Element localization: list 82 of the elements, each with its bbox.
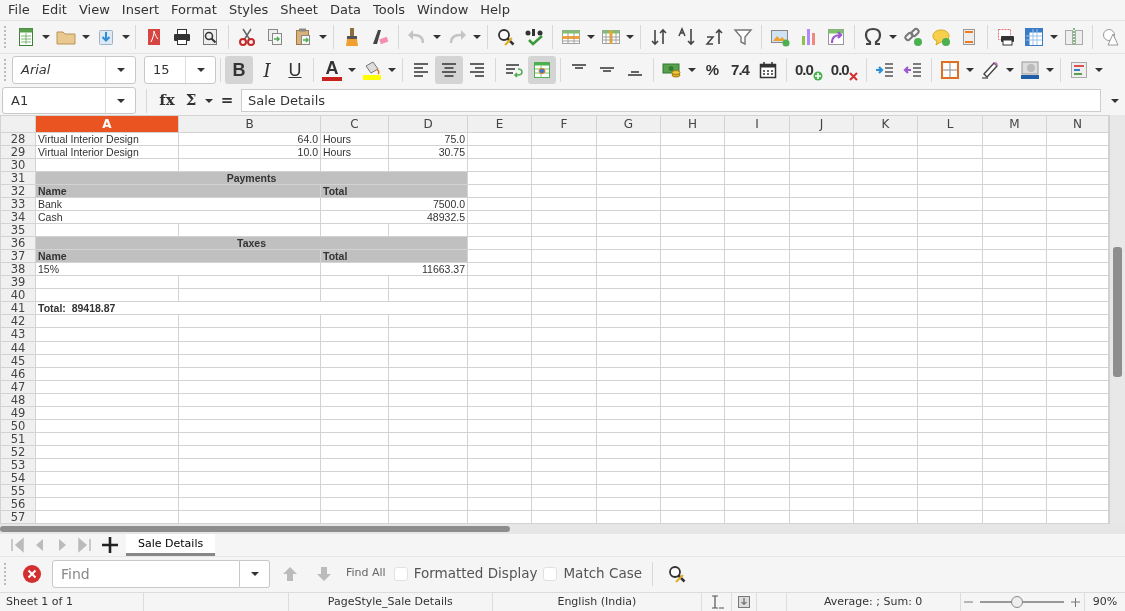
scrollbar-thumb[interactable] <box>1113 247 1122 377</box>
menu-item[interactable]: Help <box>474 0 516 20</box>
column-header[interactable]: G <box>596 115 661 133</box>
zoom-slider-thumb[interactable] <box>1010 596 1023 608</box>
column-header[interactable]: N <box>1046 115 1109 133</box>
align-left-icon <box>411 60 431 80</box>
underline-button[interactable]: U <box>281 56 309 84</box>
align-center-icon <box>439 60 459 80</box>
menu-item[interactable]: Data <box>323 0 367 20</box>
table-cell: 30.75 <box>388 145 468 159</box>
sheet-count: Sheet 1 of 1 <box>6 593 73 610</box>
column-header[interactable]: B <box>178 115 321 133</box>
menu-item[interactable]: Format <box>165 0 223 20</box>
percent-button[interactable]: % <box>698 56 726 84</box>
table-cell: 75.0 <box>388 132 468 146</box>
menu-item[interactable]: Sheet <box>274 0 324 20</box>
add-decimal-button[interactable]: 0.0 <box>791 56 827 84</box>
table-cell: Virtual Interior Design <box>35 132 179 146</box>
formula-button[interactable]: = <box>219 86 235 115</box>
merge-center-button[interactable] <box>528 56 556 84</box>
table-cell: 11663.37 <box>320 262 468 276</box>
merge-center-icon <box>532 60 552 80</box>
menu-item[interactable]: View <box>72 0 116 20</box>
column-header[interactable]: C <box>320 115 389 133</box>
table-cell: Hours <box>320 132 389 146</box>
column-header[interactable]: M <box>982 115 1047 133</box>
menu-item[interactable]: Insert <box>115 0 166 20</box>
column-header[interactable]: D <box>388 115 468 133</box>
checkbox[interactable] <box>393 566 408 581</box>
column-header[interactable]: J <box>789 115 854 133</box>
menu-item[interactable]: Styles <box>222 0 275 20</box>
column-header[interactable]: E <box>467 115 532 133</box>
table-cell: Bank <box>35 197 321 211</box>
checkbox-label: Match Case <box>563 564 642 584</box>
horizontal-scrollbar[interactable] <box>0 524 1125 534</box>
vertical-scrollbar[interactable] <box>1109 115 1125 524</box>
bold-button[interactable]: B <box>225 56 253 84</box>
name-box[interactable]: A1 <box>2 87 136 114</box>
find-all-button[interactable]: Find All <box>344 565 388 582</box>
align-center-button[interactable] <box>435 56 463 84</box>
italic-button[interactable]: I <box>253 56 281 84</box>
menu-item[interactable]: Window <box>411 0 475 20</box>
scrollbar-thumb[interactable] <box>0 526 510 532</box>
column-header[interactable]: A <box>35 115 179 133</box>
zoom-in-icon[interactable] <box>1070 597 1082 607</box>
sum-button[interactable]: Σ <box>183 86 199 115</box>
font-name-field[interactable]: Arial <box>12 56 136 84</box>
menu-item[interactable]: File <box>2 0 36 20</box>
table-cell: 48932.5 <box>320 210 468 224</box>
language: English (India) <box>557 593 637 610</box>
font-color-button[interactable]: A <box>318 56 346 84</box>
number-format-button[interactable]: 7.4 <box>726 56 754 84</box>
table-cell: 10.0 <box>178 145 321 159</box>
font-size-field[interactable]: 15 <box>144 56 216 84</box>
table-cell: Total: 89418.87 <box>35 301 468 315</box>
menu-item[interactable]: Tools <box>367 0 412 20</box>
page-style: PageStyle_Sale Details <box>327 593 453 610</box>
plus-icon <box>812 71 823 82</box>
column-header[interactable]: H <box>660 115 725 133</box>
table-cell: 7500.0 <box>320 197 468 211</box>
table-cell: 15% <box>35 262 321 276</box>
column-header[interactable]: L <box>917 115 983 133</box>
formula-input[interactable]: Sale Details <box>241 89 1101 112</box>
table-cell: 64.0 <box>178 132 321 146</box>
align-right-icon <box>467 60 487 80</box>
save-status-icon <box>735 594 752 610</box>
cross-icon <box>848 72 858 82</box>
table-cell: Virtual Interior Design <box>35 145 179 159</box>
search-field[interactable]: Find <box>52 559 240 588</box>
column-header[interactable]: K <box>853 115 918 133</box>
selection-summary: Average: ; Sum: 0 <box>823 593 923 610</box>
menu-item[interactable]: Edit <box>35 0 73 20</box>
function-wizard-button[interactable]: fx <box>157 86 177 115</box>
column-header[interactable]: F <box>531 115 597 133</box>
sheet-tab[interactable]: Sale Details <box>126 534 216 556</box>
checkbox[interactable] <box>543 566 558 581</box>
delete-decimal-button[interactable]: 0.0 <box>826 56 862 84</box>
table-cell: Hours <box>320 145 389 159</box>
column-header[interactable]: I <box>724 115 790 133</box>
table-cell: Cash <box>35 210 321 224</box>
zoom-level: 90% <box>1092 593 1118 610</box>
checkbox-label: Formatted Display <box>413 564 538 584</box>
